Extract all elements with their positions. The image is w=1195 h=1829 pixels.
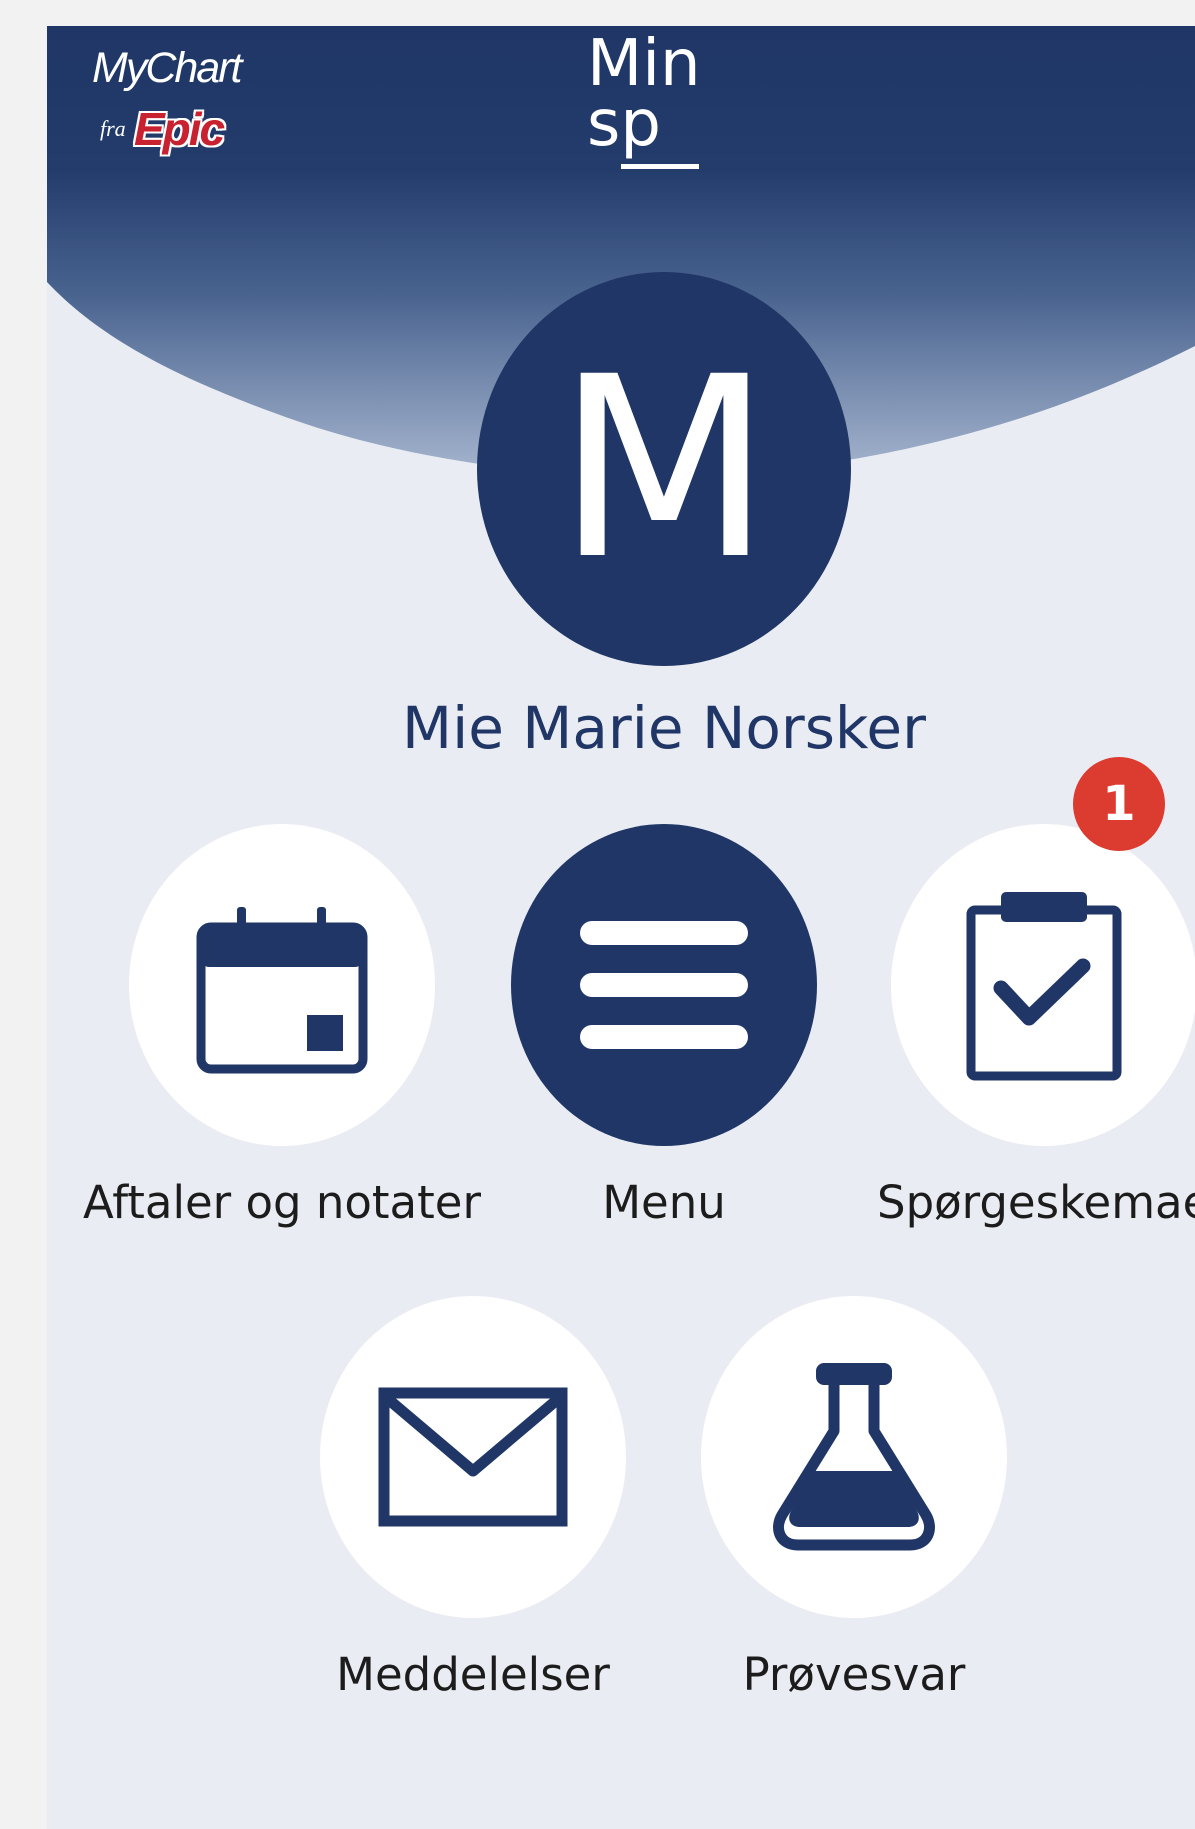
clipboard-check-icon — [966, 892, 1122, 1081]
menu-label: Menu — [602, 1176, 726, 1229]
mychart-home-screen: MyChart fra Epic Min sp M Mie Marie Nors… — [47, 26, 1195, 1829]
user-name: Mie Marie Norsker — [402, 694, 926, 762]
appointments-label: Aftaler og notater — [83, 1176, 481, 1229]
envelope-icon — [378, 1387, 568, 1527]
flask-icon — [773, 1363, 935, 1551]
app-title-underline — [621, 164, 699, 169]
test-results-label: Prøvesvar — [742, 1648, 966, 1701]
messages-tile[interactable] — [320, 1296, 626, 1618]
calendar-icon — [196, 907, 368, 1074]
app-title: Min sp — [587, 27, 837, 161]
app-title-line1: Min — [587, 27, 701, 101]
avatar-initial: M — [556, 323, 772, 614]
logo-fra-text: fra — [100, 116, 126, 141]
notification-badge: 1 — [1073, 757, 1165, 851]
menu-tile[interactable] — [511, 824, 817, 1146]
test-results-tile[interactable] — [701, 1296, 1007, 1618]
user-avatar[interactable]: M — [477, 272, 851, 666]
questionnaires-label: Spørgeskemae — [877, 1176, 1195, 1229]
appointments-tile[interactable] — [129, 824, 435, 1146]
messages-label: Meddelelser — [336, 1648, 610, 1701]
questionnaires-tile[interactable] — [891, 824, 1195, 1146]
hamburger-menu-icon — [580, 921, 748, 1049]
app-title-line2: sp — [587, 87, 661, 161]
logo-epic-text: Epic — [134, 103, 225, 155]
mychart-epic-logo: MyChart fra Epic — [92, 44, 267, 155]
logo-mychart-text: MyChart — [92, 44, 242, 92]
